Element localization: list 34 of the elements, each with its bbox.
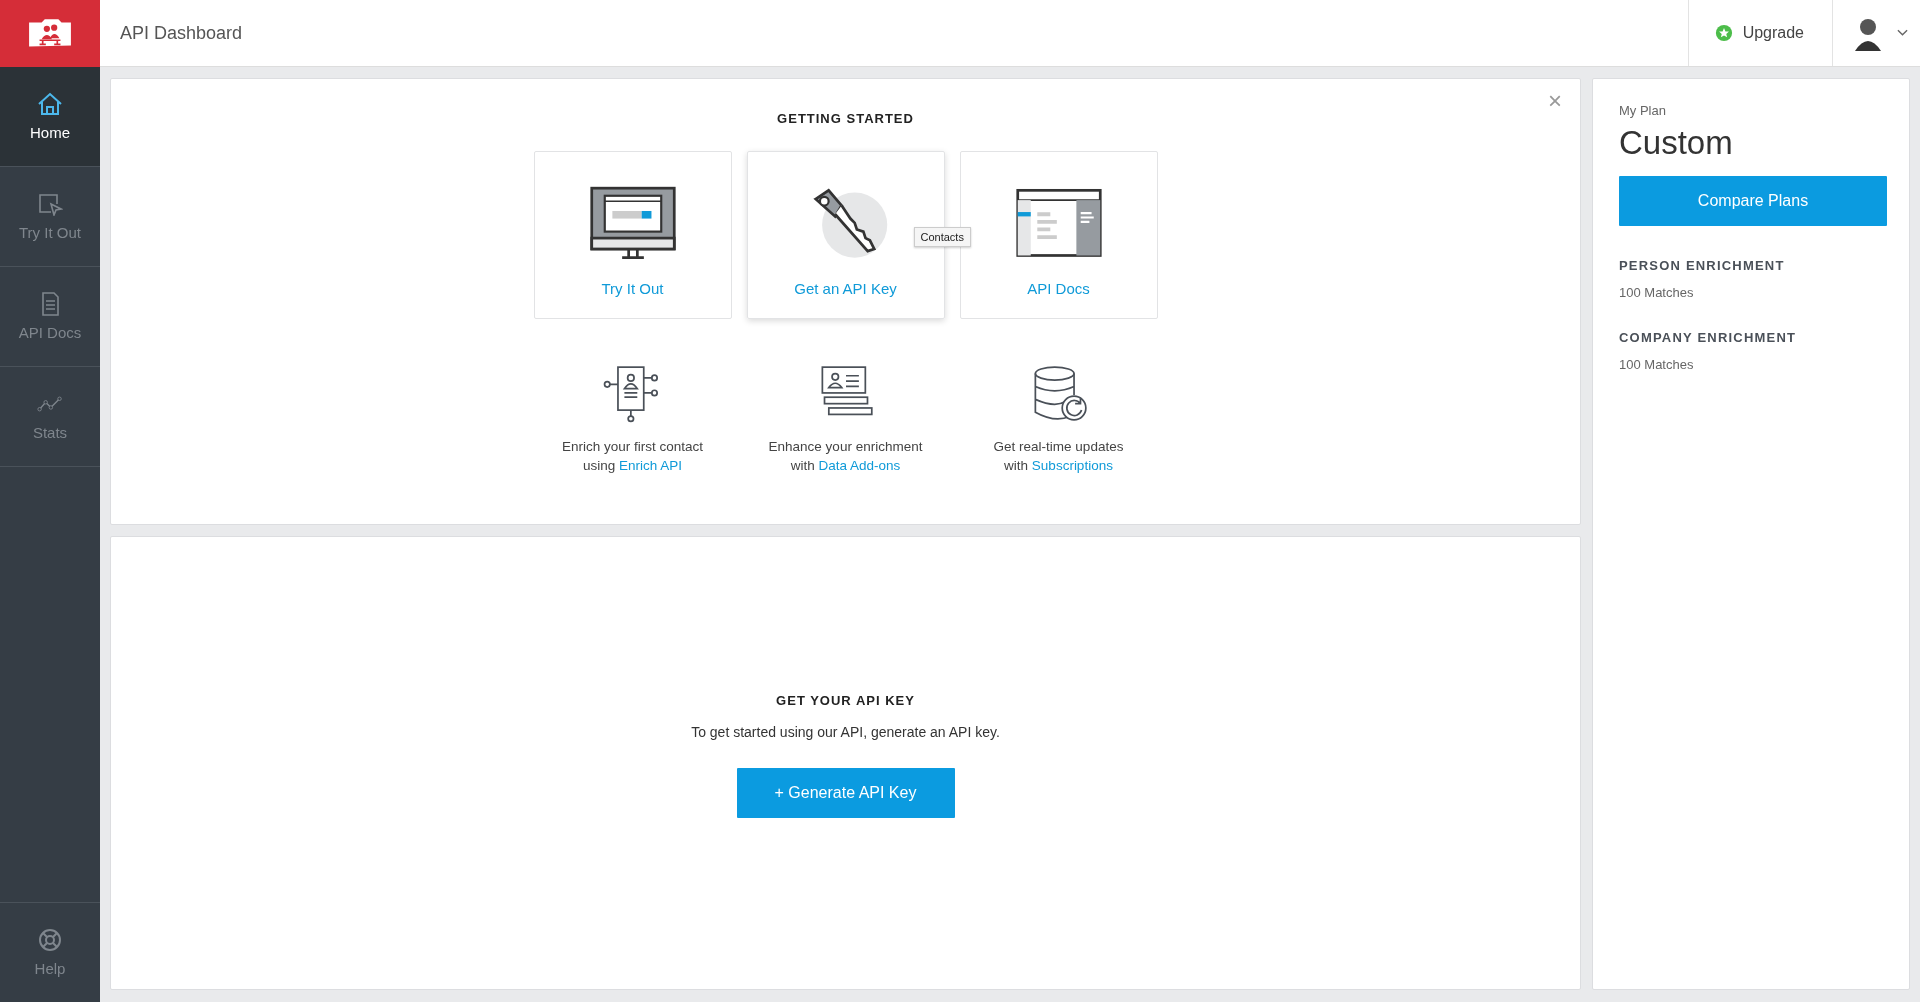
cursor-icon — [37, 192, 63, 216]
feature-description: Get real-time updates with Subscriptions — [993, 438, 1124, 475]
feature-card[interactable]: Try It Out — [533, 151, 732, 319]
feature-description: Enrich your first contact using Enrich API — [561, 438, 704, 475]
sidebar-item[interactable]: API Docs — [0, 267, 100, 367]
home-icon — [37, 92, 63, 116]
plan-name: Custom — [1619, 124, 1733, 162]
sidebar-item[interactable]: Home — [0, 67, 100, 167]
feature-link[interactable]: Subscriptions — [1031, 458, 1113, 473]
upgrade-button[interactable]: Upgrade — [1687, 0, 1832, 66]
section-title: GET YOUR API KEY — [776, 693, 915, 708]
chevron-down-icon — [1897, 29, 1908, 37]
feature-description: Enhance your enrichment with Data Add-ons — [768, 438, 923, 475]
sidebar-item[interactable]: Stats — [0, 367, 100, 467]
plan-label: My Plan — [1619, 103, 1666, 118]
generate-api-key-button[interactable]: + Generate API Key — [736, 768, 955, 818]
page-title: API Dashboard — [119, 22, 244, 44]
sidebar-item[interactable]: Try It Out — [0, 167, 100, 267]
feature-link[interactable]: Enrich API — [619, 458, 683, 473]
close-button[interactable]: × — [1544, 89, 1566, 113]
enrichment-title: PERSON ENRICHMENT — [1619, 258, 1785, 273]
logo-icon — [27, 17, 73, 50]
lifebuoy-icon — [37, 928, 63, 952]
help-link[interactable]: Help — [0, 902, 100, 1002]
monitor-icon — [588, 186, 677, 262]
matches-count: 100 Matches — [1619, 285, 1695, 300]
compare-plans-button[interactable]: Compare Plans — [1619, 176, 1887, 226]
enrichment-title: COMPANY ENRICHMENT — [1619, 330, 1797, 345]
instruction-text: To get started using our API, generate an API key. — [691, 724, 1000, 740]
section-title: GETTING STARTED — [777, 111, 914, 126]
app-logo[interactable] — [0, 0, 100, 67]
tooltip: Contacts — [913, 227, 971, 247]
feature-link[interactable]: Data Add-ons — [818, 458, 901, 473]
matches-count: 100 Matches — [1619, 357, 1695, 372]
